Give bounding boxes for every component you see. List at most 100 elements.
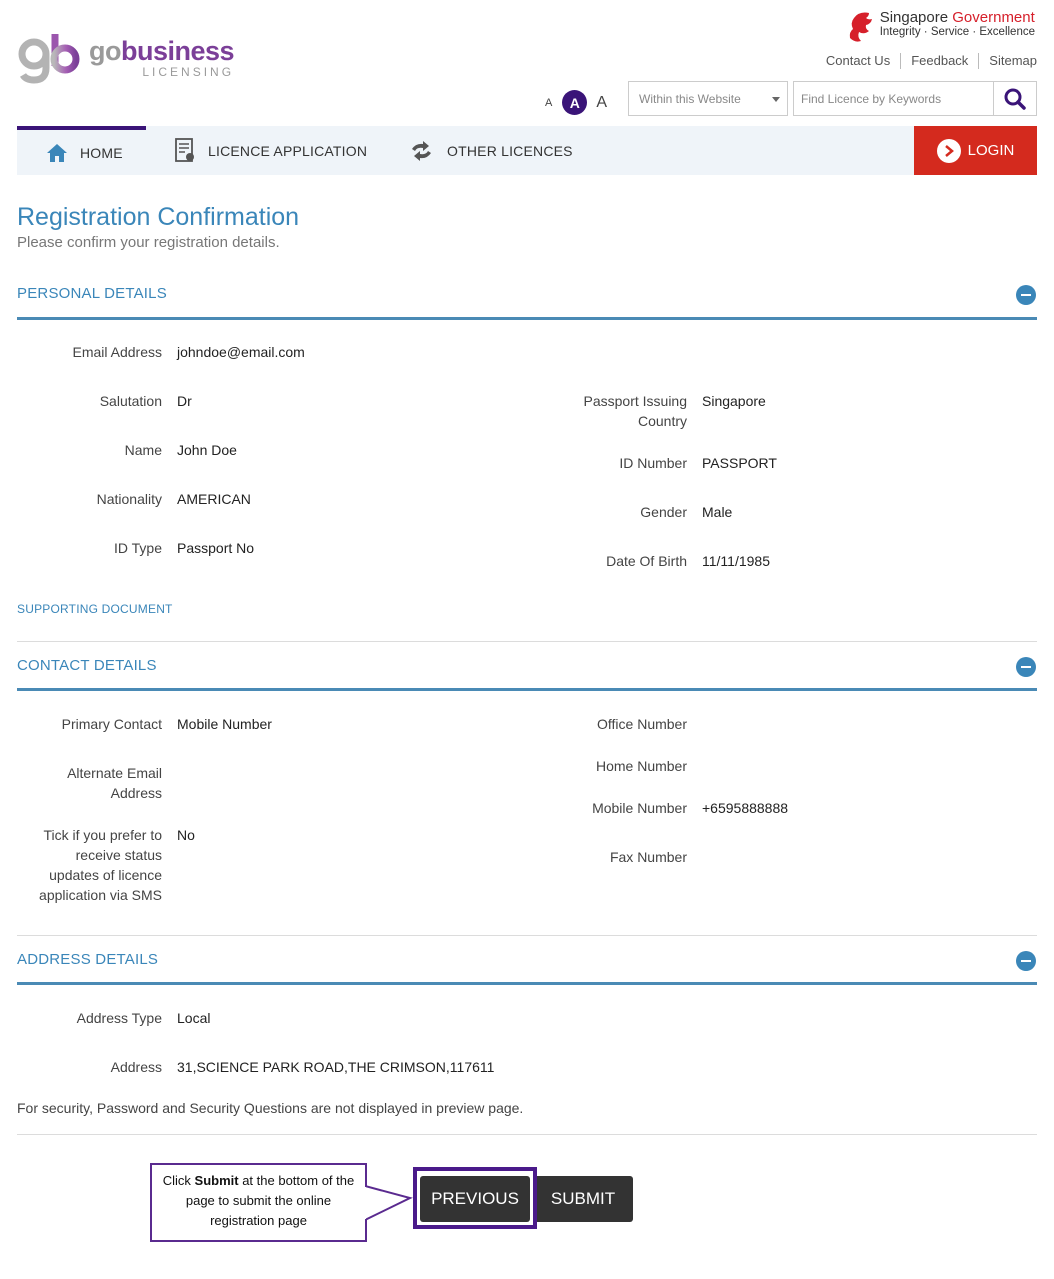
nationality-label: Nationality — [96, 491, 162, 507]
sms-label-line2: receive status — [75, 847, 162, 863]
supporting-document-link[interactable]: SUPPORTING DOCUMENT — [17, 602, 173, 616]
page-title: Registration Confirmation — [17, 203, 300, 231]
address-type-label: Address Type — [76, 1010, 162, 1026]
submit-button[interactable]: SUBMIT — [533, 1176, 633, 1222]
primary-contact-value: Mobile Number — [177, 716, 272, 732]
salutation-label: Salutation — [99, 393, 162, 409]
dob-value: 11/11/1985 — [702, 553, 770, 569]
nationality-value: AMERICAN — [177, 491, 251, 507]
salutation-value: Dr — [177, 393, 192, 409]
divider — [17, 935, 1037, 936]
gb-logo-icon — [18, 34, 80, 84]
sms-label-line3: updates of licence — [49, 867, 162, 883]
nav-licence-application-label: LICENCE APPLICATION — [208, 142, 368, 159]
personal-details-divider — [17, 317, 1037, 320]
mobile-number-value: +6595888888 — [702, 800, 789, 816]
gov-title-red: Government — [952, 9, 1035, 26]
callout-pointer-icon — [365, 1185, 413, 1221]
gender-value: Male — [702, 504, 733, 520]
home-number-label: Home Number — [595, 758, 687, 774]
search-icon — [1004, 88, 1026, 110]
id-type-value: Passport No — [177, 540, 255, 556]
divider — [17, 641, 1037, 642]
passport-country-value: Singapore — [702, 393, 766, 409]
home-icon — [46, 143, 68, 163]
alternate-email-label-line1: Alternate Email — [67, 765, 162, 781]
chevron-down-icon — [772, 97, 780, 102]
font-size-selector: A A A — [545, 90, 607, 115]
feedback-link[interactable]: Feedback — [900, 53, 978, 69]
main-nav: HOME LICENCE APPLICATION OTHER LICENCES … — [17, 126, 1037, 175]
previous-button-highlight — [413, 1167, 537, 1229]
id-type-label: ID Type — [114, 540, 162, 556]
email-value: johndoe@email.com — [177, 344, 305, 360]
login-button[interactable]: LOGIN — [914, 126, 1037, 175]
page-subtitle: Please confirm your registration details… — [17, 234, 280, 251]
passport-country-label-line2: Country — [637, 413, 687, 429]
top-links: Contact Us Feedback Sitemap — [826, 53, 1037, 69]
id-number-label: ID Number — [619, 455, 687, 471]
contact-details-heading: CONTACT DETAILS — [17, 657, 157, 674]
name-value: John Doe — [177, 442, 237, 458]
search-scope-select[interactable]: Within this Website — [628, 81, 788, 116]
callout-text-pre: Click — [162, 1173, 195, 1188]
address-label: Address — [110, 1059, 162, 1075]
merlion-lion-icon — [849, 12, 872, 42]
divider — [17, 1134, 1037, 1135]
office-number-label: Office Number — [597, 716, 687, 732]
alternate-email-label-line2: Address — [110, 785, 162, 801]
search-input[interactable]: Find Licence by Keywords — [794, 82, 993, 115]
gov-title-plain: Singapore — [879, 9, 953, 26]
nav-other-licences[interactable]: OTHER LICENCES — [408, 126, 573, 175]
contact-details-divider — [17, 688, 1037, 691]
contact-us-link[interactable]: Contact Us — [826, 53, 900, 69]
callout-text-bold: Submit — [194, 1173, 239, 1188]
sitemap-link[interactable]: Sitemap — [978, 53, 1037, 69]
passport-country-label: Passport Issuing Country — [584, 391, 688, 431]
refresh-arrows-icon — [408, 140, 435, 161]
collapse-personal-icon[interactable] — [1016, 285, 1036, 305]
login-label: LOGIN — [967, 142, 1015, 159]
fax-number-label: Fax Number — [609, 849, 687, 865]
gender-label: Gender — [640, 504, 687, 520]
font-size-small[interactable]: A — [545, 97, 552, 109]
logo-go-text: go — [89, 36, 122, 66]
nav-other-licences-label: OTHER LICENCES — [447, 142, 573, 159]
personal-details-heading: PERSONAL DETAILS — [17, 285, 167, 302]
name-label: Name — [124, 442, 162, 458]
nav-home-label: HOME — [80, 144, 123, 161]
passport-country-label-line1: Passport Issuing — [583, 393, 688, 409]
email-label: Email Address — [72, 344, 162, 360]
primary-contact-label: Primary Contact — [61, 716, 162, 732]
logo-business-text: business — [121, 36, 235, 66]
mobile-number-label: Mobile Number — [592, 800, 687, 816]
address-details-heading: ADDRESS DETAILS — [17, 951, 159, 968]
chevron-right-icon — [936, 138, 961, 163]
address-details-divider — [17, 982, 1037, 985]
document-certificate-icon — [174, 137, 196, 164]
id-number-value: PASSPORT — [702, 455, 777, 471]
security-note: For security, Password and Security Ques… — [17, 1100, 524, 1116]
singapore-government-brand[interactable]: Singapore Government Integrity · Service… — [847, 10, 1035, 44]
gobusiness-logo[interactable]: gobusiness LICENSING — [17, 32, 235, 84]
sms-preference-value: No — [177, 827, 195, 843]
instruction-callout: Click Submit at the bottom of the page t… — [150, 1163, 367, 1242]
collapse-address-icon[interactable] — [1016, 951, 1036, 971]
search-scope-value: Within this Website — [639, 92, 741, 106]
collapse-contact-icon[interactable] — [1016, 657, 1036, 677]
font-size-medium[interactable]: A — [562, 90, 588, 115]
sms-preference-label: Tick if you prefer to receive status upd… — [39, 825, 162, 905]
font-size-large[interactable]: A — [596, 94, 607, 112]
search-box: Find Licence by Keywords — [793, 81, 1037, 116]
address-value: 31,SCIENCE PARK ROAD,THE CRIMSON,117611 — [177, 1059, 495, 1075]
sms-label-line1: Tick if you prefer to — [43, 827, 162, 843]
search-button[interactable] — [993, 82, 1036, 115]
nav-licence-application[interactable]: LICENCE APPLICATION — [174, 126, 367, 175]
address-type-value: Local — [177, 1010, 211, 1026]
dob-label: Date Of Birth — [606, 553, 687, 569]
sms-label-line4: application via SMS — [39, 887, 162, 903]
logo-licensing-text: LICENSING — [142, 65, 235, 79]
alternate-email-label: Alternate Email Address — [67, 763, 162, 803]
gov-tagline: Integrity · Service · Excellence — [879, 25, 1035, 38]
nav-home[interactable]: HOME — [17, 126, 146, 175]
